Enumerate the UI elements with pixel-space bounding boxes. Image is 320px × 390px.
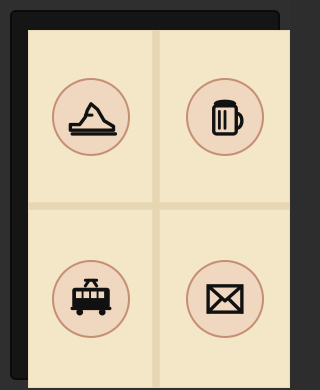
tile-mail[interactable] bbox=[159, 209, 290, 388]
tile-shoe[interactable] bbox=[28, 30, 159, 209]
tram-icon bbox=[70, 278, 111, 315]
icon-badge bbox=[51, 77, 130, 156]
shoe-icon bbox=[68, 101, 117, 136]
beer-mug-icon bbox=[211, 99, 244, 136]
icon-grid bbox=[28, 30, 290, 388]
tile-beer[interactable] bbox=[159, 30, 290, 209]
icon-badge bbox=[185, 77, 264, 156]
icon-badge bbox=[51, 259, 130, 338]
icon-badge bbox=[185, 259, 264, 338]
tile-tram[interactable] bbox=[28, 209, 159, 388]
touch-screen bbox=[28, 30, 290, 388]
device-frame bbox=[0, 0, 291, 390]
envelope-icon bbox=[205, 283, 244, 314]
screen-bezel bbox=[10, 10, 290, 388]
